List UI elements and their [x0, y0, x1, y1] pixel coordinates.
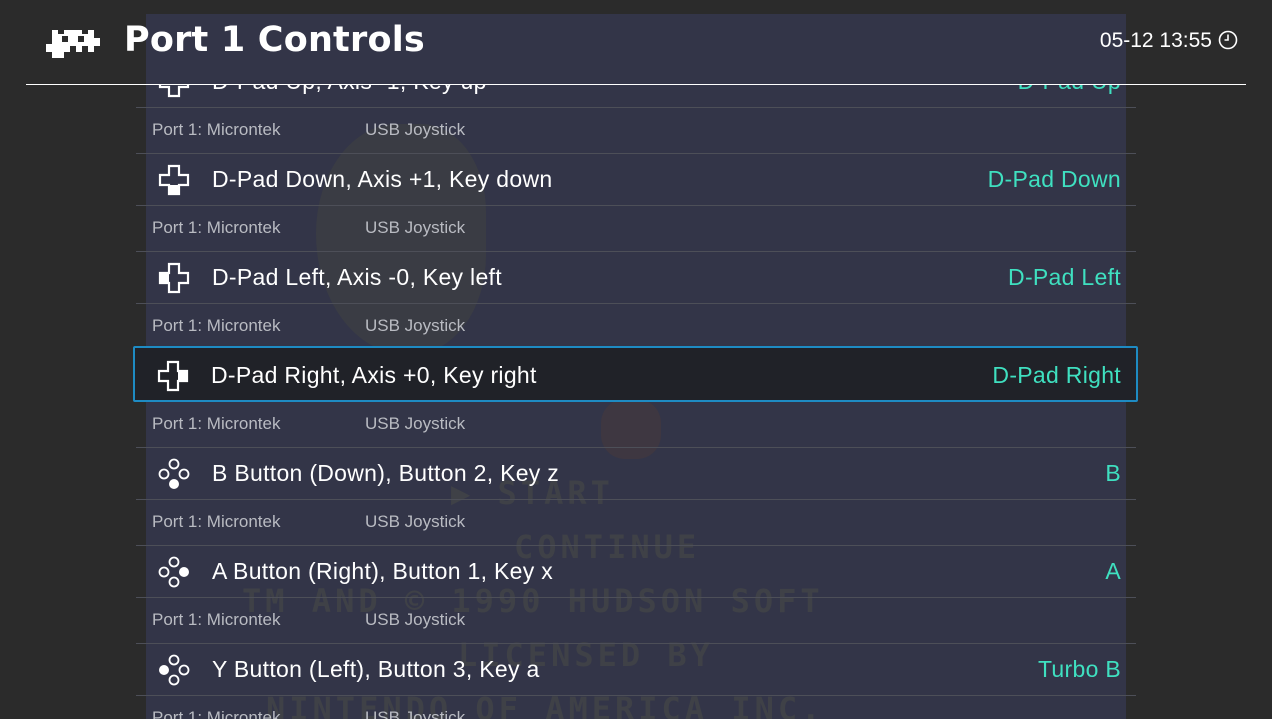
- bind-value: D-Pad Right: [992, 362, 1121, 388]
- list-item[interactable]: Y Button (Left), Button 3, Key a Turbo B…: [136, 644, 1136, 719]
- bind-row[interactable]: A Button (Right), Button 1, Key x A: [136, 546, 1136, 596]
- bind-label: D-Pad Down, Axis +1, Key down: [212, 166, 553, 192]
- bind-value: D-Pad Down: [987, 166, 1121, 192]
- controls-list-viewport: D-Pad Up, Axis -1, Key up D-Pad Up Port …: [0, 85, 1272, 719]
- bind-row[interactable]: B Button (Down), Button 2, Key z B: [136, 448, 1136, 498]
- page-title: Port 1 Controls: [124, 20, 425, 60]
- face-button-left-icon: [159, 654, 190, 686]
- retroarch-invader-icon: [46, 30, 100, 58]
- dpad-left-icon: [158, 262, 190, 294]
- device-label: USB Joystick: [365, 316, 466, 335]
- device-label: USB Joystick: [365, 218, 466, 237]
- port-label: Port 1: Microntek: [152, 708, 281, 719]
- bind-value: B: [1105, 460, 1121, 486]
- face-button-right-icon: [158, 556, 189, 588]
- list-item[interactable]: D-Pad Down, Axis +1, Key down D-Pad Down…: [136, 154, 1136, 252]
- device-label: USB Joystick: [365, 120, 466, 139]
- list-item[interactable]: D-Pad Up, Axis -1, Key up D-Pad Up Port …: [136, 85, 1136, 154]
- device-label: USB Joystick: [365, 414, 466, 433]
- bind-row[interactable]: D-Pad Up, Axis -1, Key up D-Pad Up: [136, 85, 1136, 106]
- divider: [136, 107, 1136, 108]
- header-divider: [26, 84, 1246, 85]
- bind-label: Y Button (Left), Button 3, Key a: [212, 656, 540, 682]
- bind-value: Turbo B: [1037, 656, 1121, 682]
- bind-value: A: [1105, 558, 1121, 584]
- device-label: USB Joystick: [365, 708, 466, 719]
- bind-row[interactable]: D-Pad Right, Axis +0, Key right D-Pad Ri…: [133, 346, 1138, 402]
- bind-row[interactable]: D-Pad Left, Axis -0, Key left D-Pad Left: [136, 252, 1136, 302]
- port-label: Port 1: Microntek: [152, 512, 281, 531]
- dpad-down-icon: [158, 164, 190, 196]
- divider: [136, 597, 1136, 598]
- bind-label: D-Pad Up, Axis -1, Key up: [212, 85, 487, 95]
- dpad-right-icon: [157, 360, 189, 392]
- bind-label: D-Pad Right, Axis +0, Key right: [211, 362, 537, 388]
- bind-label: A Button (Right), Button 1, Key x: [212, 558, 554, 584]
- clock-text: 05-12 13:55: [1099, 29, 1212, 52]
- list-item[interactable]: D-Pad Left, Axis -0, Key left D-Pad Left…: [136, 252, 1136, 350]
- device-label: USB Joystick: [365, 512, 466, 531]
- bind-value: D-Pad Left: [1008, 264, 1121, 290]
- list-item-selected[interactable]: D-Pad Right, Axis +0, Key right D-Pad Ri…: [133, 346, 1138, 448]
- divider: [136, 303, 1136, 304]
- bind-row[interactable]: Y Button (Left), Button 3, Key a Turbo B: [136, 644, 1136, 694]
- divider: [136, 205, 1136, 206]
- port-label: Port 1: Microntek: [152, 316, 281, 335]
- port-label: Port 1: Microntek: [152, 414, 281, 433]
- port-label: Port 1: Microntek: [152, 120, 281, 139]
- device-label: USB Joystick: [365, 610, 466, 629]
- dpad-up-icon: [158, 85, 190, 98]
- bind-row[interactable]: D-Pad Down, Axis +1, Key down D-Pad Down: [136, 154, 1136, 204]
- list-item[interactable]: B Button (Down), Button 2, Key z B Port …: [136, 448, 1136, 546]
- divider: [136, 695, 1136, 696]
- bind-label: B Button (Down), Button 2, Key z: [212, 460, 560, 486]
- port-label: Port 1: Microntek: [152, 610, 281, 629]
- bind-value: D-Pad Up: [1018, 85, 1121, 95]
- clock-icon: [1218, 30, 1238, 50]
- divider: [136, 499, 1136, 500]
- port-label: Port 1: Microntek: [152, 218, 281, 237]
- header: Port 1 Controls 05-12 13:55: [0, 0, 1272, 85]
- list-item[interactable]: A Button (Right), Button 1, Key x A Port…: [136, 546, 1136, 644]
- bind-label: D-Pad Left, Axis -0, Key left: [212, 264, 502, 290]
- face-button-down-icon: [158, 458, 190, 489]
